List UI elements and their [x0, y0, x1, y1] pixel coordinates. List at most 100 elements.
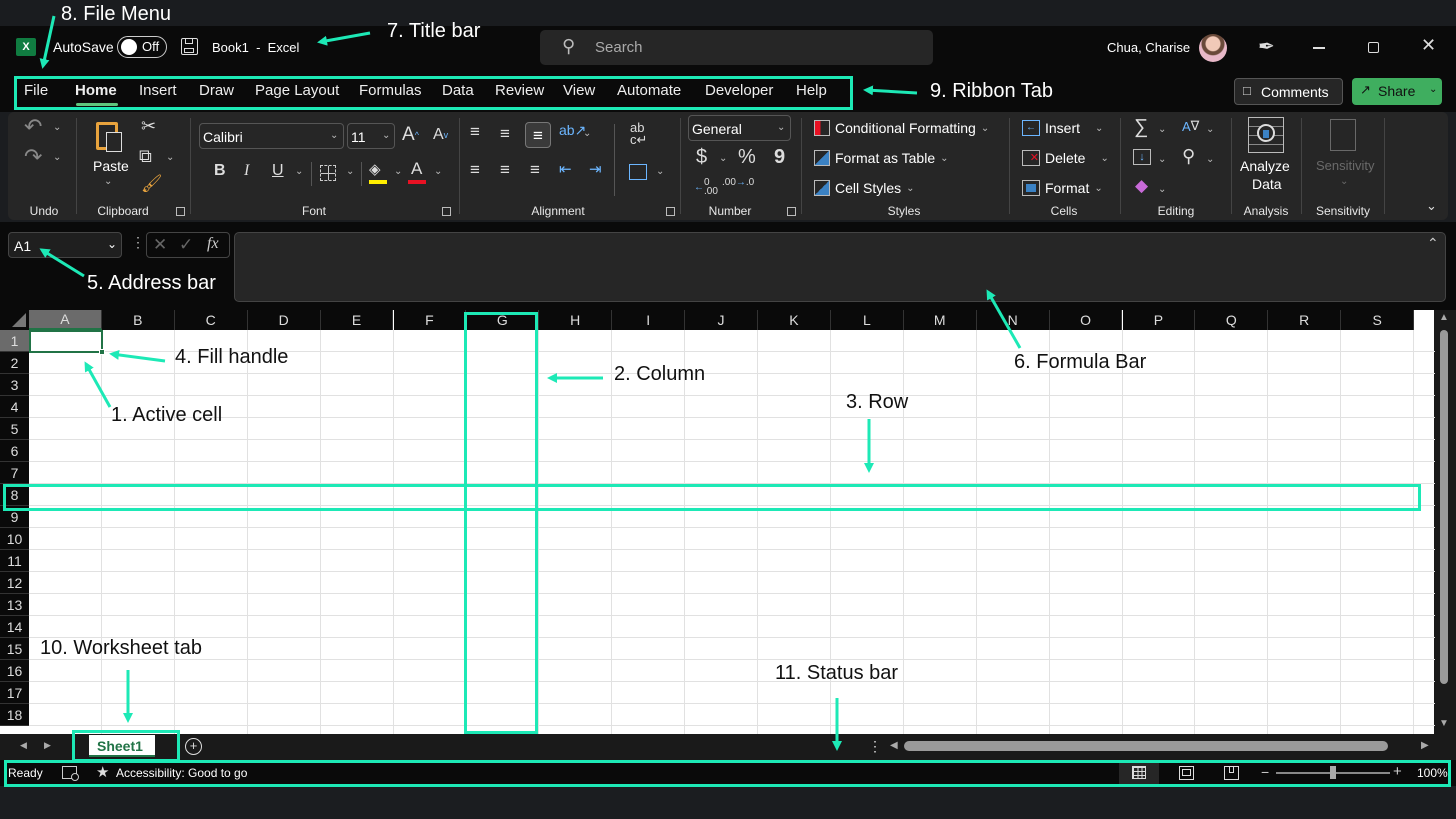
column-header-b[interactable]: B [101, 310, 175, 330]
align-top-icon[interactable]: ≡ [470, 122, 480, 142]
font-name-select[interactable]: Calibri ⌄ [199, 123, 344, 149]
row-header-11[interactable]: 11 [0, 550, 29, 572]
collapse-formula-bar-icon[interactable]: ⌃ [1427, 235, 1439, 252]
row-header-4[interactable]: 4 [0, 396, 29, 418]
paste-button[interactable]: Paste ⌄ [88, 116, 130, 194]
fill-color-dropdown-icon[interactable]: ⌄ [394, 166, 402, 177]
column-header-r[interactable]: R [1268, 310, 1342, 330]
font-color-icon[interactable]: A [411, 159, 422, 179]
formula-input[interactable]: ⌃ [234, 232, 1446, 302]
decrease-font-size-icon[interactable]: Av [433, 126, 448, 144]
enter-icon[interactable]: ✓ [179, 235, 193, 255]
column-header-d[interactable]: D [247, 310, 321, 330]
row-header-15[interactable]: 15 [0, 638, 29, 660]
paste-dropdown-icon[interactable]: ⌄ [104, 176, 112, 187]
more-options-icon[interactable]: ⋮ [131, 234, 145, 251]
more-options-icon[interactable]: ⋮ [868, 738, 882, 755]
row-header-3[interactable]: 3 [0, 374, 29, 396]
insert-cells-button[interactable]: ← Insert ⌄ [1022, 118, 1103, 138]
row-header-1[interactable]: 1 [0, 330, 29, 352]
comments-button[interactable]: □ Comments [1234, 78, 1343, 105]
column-header-j[interactable]: J [685, 310, 758, 330]
decrease-indent-icon[interactable]: ⇤ [559, 160, 572, 178]
column-header-s[interactable]: S [1341, 310, 1415, 330]
font-size-select[interactable]: 11 ⌄ [347, 123, 395, 149]
sort-filter-dropdown-icon[interactable]: ⌄ [1206, 124, 1214, 135]
percent-button[interactable]: % [738, 146, 756, 169]
vertical-scrollbar[interactable]: ▲ ▼ [1434, 310, 1456, 734]
row-header-5[interactable]: 5 [0, 418, 29, 440]
row-header-12[interactable]: 12 [0, 572, 29, 594]
format-as-table-button[interactable]: Format as Table ⌄ [814, 148, 949, 168]
row-header-13[interactable]: 13 [0, 594, 29, 616]
row-header-17[interactable]: 17 [0, 682, 29, 704]
sort-filter-icon[interactable]: A ∇ [1182, 118, 1199, 134]
autosum-dropdown-icon[interactable]: ⌄ [1158, 124, 1166, 135]
copy-dropdown-icon[interactable]: ⌄ [166, 152, 174, 163]
column-header-q[interactable]: Q [1195, 310, 1269, 330]
name-box[interactable]: A1 ⌄ [8, 232, 122, 258]
comma-style-button[interactable]: 9 [774, 146, 785, 169]
analyze-data-button[interactable]: Analyze Data [1238, 114, 1294, 194]
align-center-icon[interactable]: ≡ [500, 160, 510, 180]
row-header-10[interactable]: 10 [0, 528, 29, 550]
scroll-left-icon[interactable]: ◀ [890, 740, 898, 751]
minimize-icon[interactable] [1313, 47, 1325, 49]
insert-function-button[interactable]: fx [207, 235, 219, 253]
scroll-sheets-right-icon[interactable]: ▶ [44, 740, 51, 751]
find-select-icon[interactable]: ⚲ [1182, 146, 1195, 167]
cancel-icon[interactable]: ✕ [153, 235, 167, 255]
cut-icon[interactable]: ✂ [141, 116, 156, 137]
fill-dropdown-icon[interactable]: ⌄ [1158, 154, 1166, 165]
borders-dropdown-icon[interactable]: ⌄ [346, 166, 354, 177]
align-middle-icon[interactable]: ≡ [500, 124, 510, 144]
clipboard-launcher-icon[interactable] [176, 207, 185, 216]
find-select-dropdown-icon[interactable]: ⌄ [1206, 154, 1214, 165]
search-box[interactable]: ⚲ Search [540, 30, 933, 65]
column-header-a[interactable]: A [29, 310, 102, 330]
font-launcher-icon[interactable] [442, 207, 451, 216]
column-header-h[interactable]: H [539, 310, 613, 330]
column-header-f[interactable]: F [393, 310, 467, 330]
vertical-scroll-thumb[interactable] [1440, 330, 1448, 684]
borders-icon[interactable] [320, 165, 336, 181]
merge-center-icon[interactable] [629, 164, 647, 180]
align-right-icon[interactable]: ≡ [530, 160, 540, 180]
worksheet-grid[interactable]: ▲ ▼ A B C D E F G H I J K L M N O P Q R S 1 2 3 4 5 6 7 8 9 10 11 12 13… [0, 310, 1456, 734]
add-sheet-button[interactable]: + [185, 738, 202, 755]
column-header-m[interactable]: M [903, 310, 977, 330]
merge-dropdown-icon[interactable]: ⌄ [656, 166, 664, 177]
column-header-o[interactable]: O [1049, 310, 1123, 330]
user-avatar[interactable] [1199, 34, 1227, 62]
cell-styles-button[interactable]: Cell Styles ⌄ [814, 178, 915, 198]
align-bottom-button[interactable]: ≡ [525, 122, 551, 148]
increase-indent-icon[interactable]: ⇥ [589, 160, 602, 178]
row-header-18[interactable]: 18 [0, 704, 29, 726]
increase-font-size-icon[interactable]: A ^ [402, 124, 419, 146]
wrap-text-icon[interactable]: ab c↵ [630, 121, 647, 146]
font-color-dropdown-icon[interactable]: ⌄ [434, 166, 442, 177]
clear-dropdown-icon[interactable]: ⌄ [1158, 184, 1166, 195]
currency-button[interactable]: $ [696, 146, 707, 169]
column-header-l[interactable]: L [830, 310, 904, 330]
horizontal-scroll-thumb[interactable] [904, 741, 1388, 751]
currency-dropdown-icon[interactable]: ⌄ [719, 153, 727, 164]
increase-decimal-icon[interactable]: ← 0.00 [694, 178, 718, 197]
row-header-16[interactable]: 16 [0, 660, 29, 682]
scroll-down-icon[interactable]: ▼ [1439, 718, 1449, 729]
column-header-n[interactable]: N [976, 310, 1050, 330]
alignment-launcher-icon[interactable] [666, 207, 675, 216]
format-painter-icon[interactable]: 🖌 [141, 174, 163, 194]
underline-button[interactable]: U [272, 162, 284, 180]
share-dropdown-icon[interactable]: ⌄ [1429, 84, 1437, 95]
select-all-corner[interactable] [0, 310, 29, 330]
scroll-up-icon[interactable]: ▲ [1439, 312, 1449, 323]
column-header-i[interactable]: I [612, 310, 686, 330]
column-header-e[interactable]: E [320, 310, 394, 330]
clear-icon[interactable]: ◆ [1135, 176, 1148, 196]
copy-icon[interactable]: ⧉ [139, 146, 152, 167]
column-header-c[interactable]: C [174, 310, 248, 330]
format-cells-button[interactable]: Format ⌄ [1022, 178, 1103, 198]
close-icon[interactable]: ✕ [1421, 35, 1436, 56]
underline-dropdown-icon[interactable]: ⌄ [295, 166, 303, 177]
